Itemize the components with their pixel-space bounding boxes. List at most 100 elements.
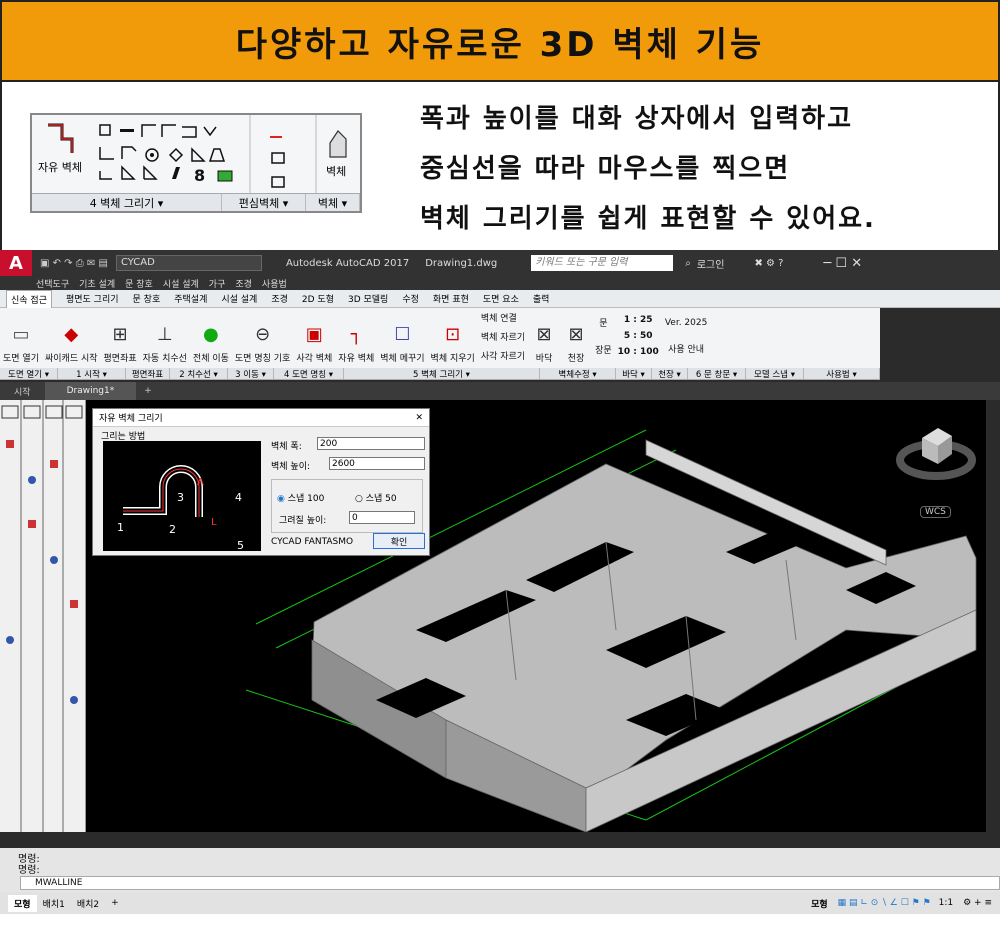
move-all-button[interactable]: ● 전체 이동 — [190, 308, 232, 368]
settings-icon[interactable]: ⚙ + ≡ — [963, 898, 992, 908]
search-input[interactable]: 키워드 또는 구문 입력 — [531, 255, 674, 271]
dialog-footer-text: CYCAD FANTASMO — [271, 537, 354, 547]
open-drawing-button[interactable]: ▭ 도면 열기 — [0, 308, 42, 368]
promo-line-1: 폭과 높이를 대화 상자에서 입력하고 — [420, 104, 854, 134]
tab-view[interactable]: 화면 표현 — [433, 292, 469, 305]
panel-footer[interactable]: 6 문 창문 ▾ — [688, 368, 746, 380]
diagram-label-a: A — [197, 477, 204, 488]
wall-height-input[interactable]: 2600 — [329, 457, 425, 470]
floor-button[interactable]: ⊠ 바닥 — [528, 308, 560, 368]
menu-item[interactable]: 선택도구 — [36, 277, 69, 290]
login-button[interactable]: 로그인 — [697, 256, 725, 271]
tab-drawing1[interactable]: Drawing1* — [44, 382, 137, 400]
ceiling-icon: ⊠ — [568, 323, 584, 345]
tab-layout1[interactable]: 배치1 — [37, 895, 71, 912]
panel-footer[interactable]: 4 도면 명칭 ▾ — [274, 368, 344, 380]
menu-item[interactable]: 시설 설계 — [163, 277, 199, 290]
panel-footer[interactable]: 벽체수정 ▾ — [540, 368, 616, 380]
status-icons[interactable]: ▦ ▤ ∟ ⊙ ∖ ∠ ☐ ⚑ ⚑ — [838, 898, 931, 908]
group-wall[interactable]: 벽체 ▾ — [306, 194, 360, 211]
fill-wall-button[interactable]: ☐ 벽체 메꾸기 — [377, 308, 427, 368]
status-model[interactable]: 모형 — [811, 897, 828, 910]
tab-2d[interactable]: 2D 도형 — [302, 292, 334, 305]
snap100-radio[interactable]: ◉ 스냅 100 — [277, 491, 324, 504]
right-scrollbar[interactable] — [986, 400, 1000, 832]
command-history-2: 명령: — [18, 865, 40, 876]
command-input[interactable]: MWALLINE — [20, 876, 1000, 890]
scale-1-25[interactable]: 1 : 25 — [624, 315, 653, 325]
toolbar-icon-grid[interactable] — [0, 400, 86, 832]
panel-footer[interactable]: 모델 스냅 ▾ — [746, 368, 804, 380]
menu-item[interactable]: 조경 — [235, 277, 252, 290]
binoculars-icon[interactable]: ⌕ — [685, 258, 691, 269]
tab-floor-plan[interactable]: 평면도 그리기 — [66, 292, 119, 305]
dimension-icon: ⊥ — [156, 323, 173, 345]
tab-3d[interactable]: 3D 모델링 — [348, 292, 388, 305]
add-layout-icon[interactable]: + — [105, 896, 125, 910]
wcs-label[interactable]: WCS — [920, 506, 951, 518]
wall-cut-button[interactable]: 벽체 자르기 — [481, 330, 525, 343]
drawing-name-button[interactable]: ⊖ 도면 명칭 기호 — [232, 308, 293, 368]
menu-item[interactable]: 기초 설계 — [79, 277, 115, 290]
snap50-radio[interactable]: ○ 스냅 50 — [355, 491, 397, 504]
free-wall-dialog: 자유 벽체 그리기 ✕ 그리는 방법 12345 AL 벽체 폭: 200 벽체… — [92, 408, 430, 556]
auto-dim-button[interactable]: ⊥ 자동 치수선 — [140, 308, 190, 368]
wall-join-button[interactable]: 벽체 연결 — [481, 311, 517, 324]
panel-footer[interactable]: 천장 ▾ — [652, 368, 688, 380]
door-button[interactable]: 문 — [599, 316, 607, 329]
tab-model[interactable]: 모형 — [8, 894, 37, 912]
wall-width-input[interactable]: 200 — [317, 437, 425, 450]
group-draw[interactable]: 4 벽체 그리기 ▾ — [32, 194, 222, 211]
wall-edit-group: 벽체 연결 벽체 자르기 사각 자르기 — [478, 308, 528, 368]
base-height-input[interactable]: 0 — [349, 511, 415, 524]
panel-footer[interactable]: 1 시작 ▾ — [58, 368, 126, 380]
menu-item[interactable]: 사용법 — [262, 277, 287, 290]
tab-quick-access[interactable]: 신속 접근 — [6, 289, 52, 308]
tab-facility[interactable]: 시설 설계 — [221, 292, 257, 305]
close-icon[interactable]: ✕ — [415, 413, 423, 423]
window-controls[interactable]: ─ ☐ ✕ — [823, 256, 862, 271]
quick-access-icons[interactable]: ▣ ↶ ↷ ⎙ ✉ ▤ — [40, 258, 108, 269]
app-logo-icon[interactable]: A — [0, 250, 32, 276]
group-offset[interactable]: 편심벽체 ▾ — [222, 194, 306, 211]
panel-footer[interactable]: 2 치수선 ▾ — [170, 368, 228, 380]
panel-footer[interactable]: 사용법 ▾ — [804, 368, 880, 380]
tab-elements[interactable]: 도면 요소 — [483, 292, 519, 305]
ok-button[interactable]: 확인 — [373, 533, 425, 549]
menu-item[interactable]: 문 창호 — [125, 277, 153, 290]
free-wall-button[interactable]: ┐ 자유 벽체 — [335, 308, 377, 368]
scale-5-50[interactable]: 5 : 50 — [624, 331, 653, 341]
panel-footer[interactable]: 바닥 ▾ — [616, 368, 652, 380]
tab-house[interactable]: 주택설계 — [174, 292, 207, 305]
tab-landscape[interactable]: 조경 — [271, 292, 288, 305]
start-button[interactable]: ◆ 싸이캐드 시작 — [42, 308, 101, 368]
workspace-select[interactable]: CYCAD — [115, 255, 262, 271]
panel-footer[interactable]: 5 벽체 그리기 ▾ — [344, 368, 540, 380]
bottom-margin — [0, 914, 1000, 946]
free-wall-label: 자유 벽체 — [38, 161, 82, 174]
new-tab-icon[interactable]: + — [136, 386, 160, 396]
rect-cut-button[interactable]: 사각 자르기 — [481, 349, 525, 362]
tab-layout2[interactable]: 배치2 — [71, 895, 105, 912]
erase-wall-button[interactable]: ⊡ 벽체 지우기 — [428, 308, 478, 368]
coords-button[interactable]: ⊞ 평면좌표 — [101, 308, 140, 368]
version-button[interactable]: Ver. 2025 — [665, 318, 708, 328]
ceiling-button[interactable]: ⊠ 천장 — [560, 308, 592, 368]
tab-doors[interactable]: 문 창호 — [133, 292, 161, 305]
scale-10-100[interactable]: 10 : 100 — [618, 347, 659, 357]
panel-footer[interactable]: 도면 열기 ▾ — [0, 368, 58, 380]
tab-start[interactable]: 시작 — [0, 385, 45, 398]
viewcube[interactable] — [896, 428, 976, 480]
window-button[interactable]: 장문 — [595, 343, 612, 356]
annotation-scale[interactable]: 1:1 — [939, 898, 953, 908]
panel-footer[interactable]: 평면좌표 — [126, 368, 170, 380]
wall-label: 벽체 — [326, 165, 347, 178]
exchange-icon[interactable]: ✖ ⚙ ? — [754, 258, 783, 269]
rect-wall-button[interactable]: ▣ 사각 벽체 — [293, 308, 335, 368]
tab-modify[interactable]: 수정 — [402, 292, 419, 305]
usage-guide-button[interactable]: 사용 안내 — [668, 342, 704, 355]
tab-output[interactable]: 출력 — [533, 292, 550, 305]
command-line: 명령: 명령: MWALLINE — [0, 848, 1000, 892]
menu-item[interactable]: 가구 — [209, 277, 226, 290]
panel-footer[interactable]: 3 이동 ▾ — [228, 368, 274, 380]
